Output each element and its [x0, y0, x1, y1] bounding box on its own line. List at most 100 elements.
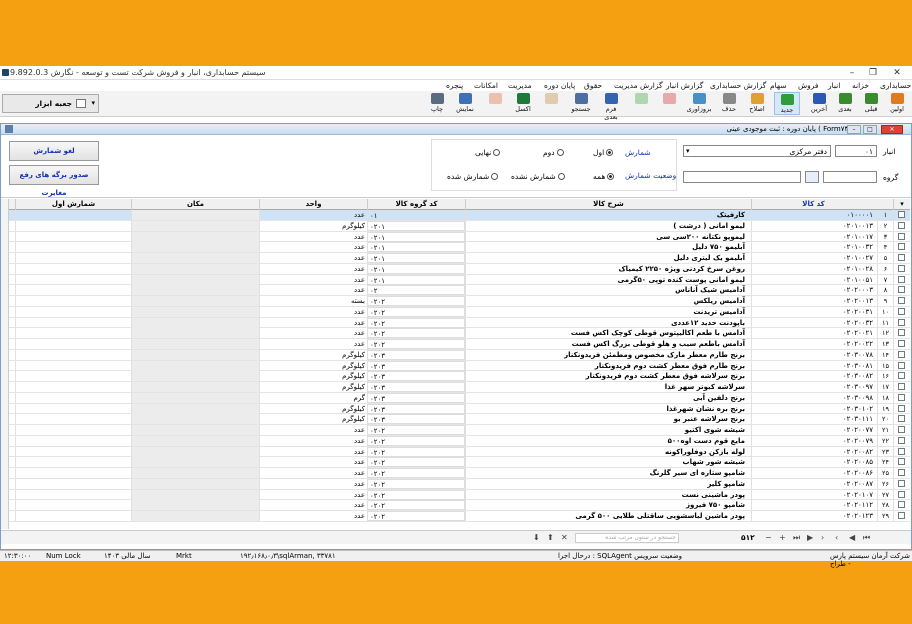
column-description[interactable]: شرح کالا	[465, 199, 751, 210]
table-row[interactable]: ۲۴ ۰۲۰۲۰۰۸۵ شیشه شور شهاب ۰۲۰۲ عدد	[9, 457, 910, 468]
table-row[interactable]: ۲ ۰۲۰۱۰۰۱۳ لیمو امانی ( درشت ) ۰۲۰۱ کیلوگرم	[9, 220, 910, 232]
cell-location[interactable]	[131, 231, 259, 242]
cell-location[interactable]	[131, 403, 259, 414]
group-code-input[interactable]	[823, 171, 877, 183]
search-button[interactable]: جستجو	[568, 92, 594, 115]
table-row[interactable]: ۱۱ ۰۲۰۲۰۰۳۲ باپودنت حدید ۱۲عددی ۰۲۰۲ عدد	[9, 317, 910, 329]
menu-sales[interactable]: فروش	[798, 81, 819, 90]
cell-location[interactable]	[131, 339, 259, 349]
row-checkbox[interactable]	[893, 478, 909, 489]
cell-first-count[interactable]	[15, 296, 131, 306]
table-row[interactable]: ۱۸ ۰۲۰۳۰۰۹۸ برنج دلفین آبی ۰۲۰۳ گرم	[9, 392, 910, 404]
checkbox-icon[interactable]	[898, 490, 905, 498]
menu-payroll[interactable]: حقوق	[584, 81, 602, 90]
cell-first-count[interactable]	[15, 242, 131, 253]
nav-prev-page-icon[interactable]: ◀	[849, 533, 855, 542]
checkbox-icon[interactable]	[898, 415, 905, 423]
row-checkbox[interactable]	[893, 360, 909, 371]
table-row[interactable]: ۴ ۰۲۰۱۰۰۳۲ آبلیمو ۷۵۰ دلیل ۰۲۰۱ عدد	[9, 242, 910, 253]
nav-insert-icon[interactable]: +	[779, 533, 786, 542]
cell-location[interactable]	[131, 349, 259, 360]
cell-location[interactable]	[131, 382, 259, 392]
cell-first-count[interactable]	[15, 306, 131, 317]
checkbox-icon[interactable]	[898, 501, 905, 509]
save-button[interactable]	[628, 92, 654, 115]
row-checkbox[interactable]	[893, 339, 909, 349]
print-button[interactable]: چاپ	[424, 92, 450, 115]
row-checkbox[interactable]	[893, 371, 909, 382]
row-checkbox[interactable]	[893, 231, 909, 242]
checkbox-icon[interactable]	[898, 211, 905, 218]
cell-location[interactable]	[131, 468, 259, 478]
cell-location[interactable]	[131, 317, 259, 328]
search-up-icon[interactable]: ⬆	[547, 533, 554, 542]
table-row[interactable]: ۲۱ ۰۲۰۲۰۰۷۷ شیشه شوی اکتیو ۰۲۰۲ عدد	[9, 425, 910, 436]
next-form-button[interactable]: فرم بعدی	[598, 92, 624, 121]
row-checkbox[interactable]	[893, 457, 909, 468]
cell-location[interactable]	[131, 446, 259, 457]
cell-location[interactable]	[131, 478, 259, 489]
table-row[interactable]: ۶ ۰۲۰۱۰۰۲۸ روغن سرخ کردنی ویژه ۲۲۵۰ کیمیاک…	[9, 263, 910, 275]
count-final-radio[interactable]: نهایی	[475, 148, 501, 157]
row-checkbox[interactable]	[893, 306, 909, 317]
cell-location[interactable]	[131, 360, 259, 371]
column-first-count[interactable]: شمارش اول	[15, 199, 131, 210]
menu-treasury[interactable]: خزانه	[852, 81, 869, 90]
excel-button[interactable]: اکسل	[510, 92, 536, 115]
menu-accounting[interactable]: حسابداری	[880, 81, 911, 90]
cell-location[interactable]	[131, 489, 259, 500]
table-row[interactable]: ۲۳ ۰۲۰۲۰۰۸۲ لوله بازکن دوفلوراکونه ۰۲۰۲ عدد	[9, 446, 910, 458]
checkbox-icon[interactable]	[898, 458, 905, 466]
status-all-radio[interactable]: همه	[593, 172, 615, 181]
binoculars-icon[interactable]	[805, 171, 819, 183]
checkbox-icon[interactable]	[898, 447, 905, 455]
close-icon[interactable]: ✕	[888, 67, 906, 79]
row-checkbox[interactable]	[893, 210, 909, 220]
row-checkbox[interactable]	[893, 392, 909, 403]
menu-warehouse-report[interactable]: گزارش انبار	[666, 81, 703, 90]
cell-first-count[interactable]	[15, 425, 131, 435]
preview-button[interactable]: نمایش	[452, 92, 478, 115]
cell-first-count[interactable]	[15, 285, 131, 296]
cell-first-count[interactable]	[15, 457, 131, 468]
warehouse-name-select[interactable]: دفتر مرکزی ▾	[683, 145, 831, 157]
column-search-input[interactable]: جستجو در ستون مرتب شده	[575, 533, 679, 543]
status-not-counted-radio[interactable]: شمارش نشده	[511, 172, 565, 181]
table-row[interactable]: ۲۶ ۰۲۰۲۰۰۸۷ شامپو کلیر ۰۲۰۲ عدد	[9, 478, 910, 490]
table-row[interactable]: ۷ ۰۲۰۱۰۰۵۱ لیمو امانی پوست کنده توپی ۵۰گرم…	[9, 274, 910, 286]
row-checkbox[interactable]	[893, 220, 909, 231]
menu-window[interactable]: پنجره	[446, 81, 463, 90]
cell-location[interactable]	[131, 371, 259, 382]
warehouse-code-input[interactable]: ۰۱	[835, 145, 877, 157]
select-all-icon[interactable]: ▾	[893, 199, 910, 210]
cell-first-count[interactable]	[15, 274, 131, 285]
cell-first-count[interactable]	[15, 349, 131, 360]
table-row[interactable]: ۲۵ ۰۲۰۲۰۰۸۶ شامپو ستاره ای سیر گلرنگ ۰۲۰۲ عد…	[9, 468, 910, 479]
cell-first-count[interactable]	[15, 392, 131, 403]
cell-first-count[interactable]	[15, 220, 131, 231]
row-checkbox[interactable]	[893, 242, 909, 253]
table-row[interactable]: ۸ ۰۲۰۲۰۰۰۳ آداميس شيک آناناس ۰۲ عدد	[9, 285, 910, 296]
attach-button[interactable]	[482, 92, 508, 115]
row-checkbox[interactable]	[893, 274, 909, 285]
row-checkbox[interactable]	[893, 446, 909, 457]
cell-first-count[interactable]	[15, 468, 131, 478]
cell-location[interactable]	[131, 263, 259, 274]
cell-location[interactable]	[131, 425, 259, 435]
table-row[interactable]: ۲۷ ۰۲۰۲۰۱۰۷ پودر ماشینی نست ۰۲۰۲ عدد	[9, 489, 910, 501]
row-checkbox[interactable]	[893, 253, 909, 263]
cell-first-count[interactable]	[15, 500, 131, 511]
cell-first-count[interactable]	[15, 210, 131, 220]
table-row[interactable]: ۱۲ ۰۲۰۲۰۰۲۱ آدامس با طعم اکالیپتوس قوطی کو…	[9, 328, 910, 339]
table-row[interactable]: ۱۹ ۰۲۰۳۰۱۰۲ برنج بره نشان شهرغذا ۰۲۰۳ کیلوگر…	[9, 403, 910, 415]
cancel-button[interactable]	[656, 92, 682, 115]
cell-location[interactable]	[131, 285, 259, 296]
minimize-icon[interactable]: –	[843, 67, 861, 79]
table-row[interactable]: ۲۸ ۰۲۰۲۰۱۱۲ شامپو ۷۵۰ فیروز ۰۲۰۲ عدد	[9, 500, 910, 511]
report-button[interactable]	[538, 92, 564, 115]
nav-prev-icon[interactable]: ‹	[835, 533, 838, 542]
first-button[interactable]: اولین	[884, 92, 910, 115]
cell-first-count[interactable]	[15, 446, 131, 457]
checkbox-icon[interactable]	[898, 393, 905, 401]
table-row[interactable]: ۱۶ ۰۲۰۳۰۰۸۲ برنج سرلاشه فوق معطر کشت دوم ف…	[9, 371, 910, 382]
